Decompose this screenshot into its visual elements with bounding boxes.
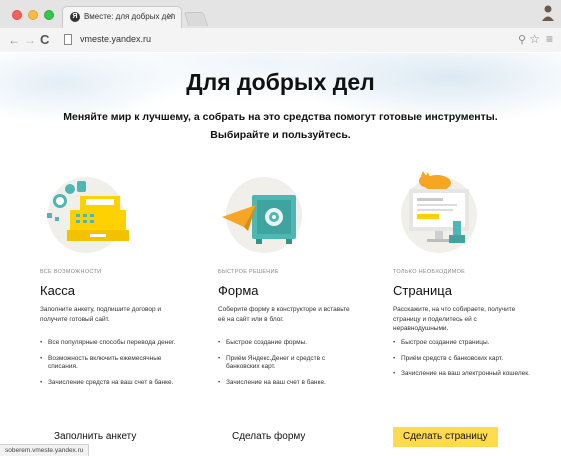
menu-icon[interactable]: ≡ xyxy=(546,32,553,46)
back-arrow-icon[interactable]: ← xyxy=(8,32,20,48)
address-bar[interactable]: vmeste.yandex.ru ⚲ ☆ ≡ xyxy=(58,31,554,49)
card-description: Расскажите, на что собираете, получите с… xyxy=(393,306,516,332)
browser-toolbar: ← → C vmeste.yandex.ru ⚲ ☆ ≡ xyxy=(0,28,561,52)
page-content: Для добрых дел Меняйте мир к лучшему, а … xyxy=(0,53,561,456)
make-page-button[interactable]: Сделать страницу xyxy=(393,427,498,447)
card-description: Заполните анкету, подпишите договор и по… xyxy=(40,306,162,323)
zoom-window-button[interactable] xyxy=(44,10,54,20)
feature-item: Все популярные способы перевода денег. xyxy=(40,339,180,348)
card-description: Соберите форму в конструкторе и вставьте… xyxy=(218,306,350,323)
safe-with-paper-plane-icon xyxy=(218,171,318,261)
page-icon xyxy=(64,34,72,45)
card-eyebrow: Быстрое решение xyxy=(218,269,279,275)
feature-item: Зачисление на ваш счет в банке. xyxy=(218,379,358,388)
feature-item: Зачисление на ваш электронный кошелек. xyxy=(393,370,533,379)
product-card-kassa: Все возможности Касса Заполните анкету, … xyxy=(40,171,205,456)
feature-list: Все популярные способы перевода денег. В… xyxy=(40,339,180,394)
browser-chrome: Я Вместе: для добрых дел ✕ ← → C vmeste.… xyxy=(0,0,561,52)
card-title: Касса xyxy=(40,283,76,298)
page-subtitle-2: Выбирайте и пользуйтесь. xyxy=(210,129,351,141)
card-eyebrow: Все возможности xyxy=(40,269,102,275)
product-card-forma: Быстрое решение Форма Соберите форму в к… xyxy=(218,171,383,456)
feature-list: Быстрое создание формы. Приём Яндекс.Ден… xyxy=(218,339,358,394)
tab-close-icon[interactable]: ✕ xyxy=(166,11,174,22)
monitor-with-cat-icon xyxy=(393,171,493,261)
feature-item: Быстрое создание формы. xyxy=(218,339,358,348)
profile-icon[interactable] xyxy=(541,4,555,22)
star-icon[interactable]: ☆ xyxy=(529,32,540,46)
feature-item: Приём средств с банковских карт. xyxy=(393,355,533,364)
status-bar-url: soberem.vmeste.yandex.ru xyxy=(0,444,90,456)
tab-strip: Я Вместе: для добрых дел ✕ xyxy=(0,0,561,28)
feature-item: Возможность включить ежемесячные списани… xyxy=(40,355,180,372)
yandex-favicon-icon: Я xyxy=(70,12,80,22)
card-title: Форма xyxy=(218,283,259,298)
zoom-icon[interactable]: ⚲ xyxy=(518,33,526,46)
feature-item: Зачисление средств на ваш счет в банке. xyxy=(40,379,180,388)
reload-icon[interactable]: C xyxy=(40,32,49,48)
forward-arrow-icon[interactable]: → xyxy=(24,32,36,48)
page-subtitle: Меняйте мир к лучшему, а собрать на это … xyxy=(63,111,498,123)
new-tab-button[interactable] xyxy=(183,12,209,26)
page-title: Для добрых дел xyxy=(186,69,375,95)
cash-register-icon xyxy=(40,171,140,261)
feature-list: Быстрое создание страницы. Приём средств… xyxy=(393,339,533,386)
feature-item: Приём Яндекс.Денег и средств с банковски… xyxy=(218,355,358,372)
browser-tab-active[interactable]: Я Вместе: для добрых дел ✕ xyxy=(62,6,182,28)
close-window-button[interactable] xyxy=(12,10,22,20)
card-eyebrow: Только необходимое xyxy=(393,269,466,275)
minimize-window-button[interactable] xyxy=(28,10,38,20)
make-form-button[interactable]: Сделать форму xyxy=(222,427,315,447)
address-url[interactable]: vmeste.yandex.ru xyxy=(80,34,151,44)
card-title: Страница xyxy=(393,283,452,298)
tab-title: Вместе: для добрых дел xyxy=(84,12,176,21)
feature-item: Быстрое создание страницы. xyxy=(393,339,533,348)
product-card-stranitsa: Только необходимое Страница Расскажите, … xyxy=(393,171,558,456)
